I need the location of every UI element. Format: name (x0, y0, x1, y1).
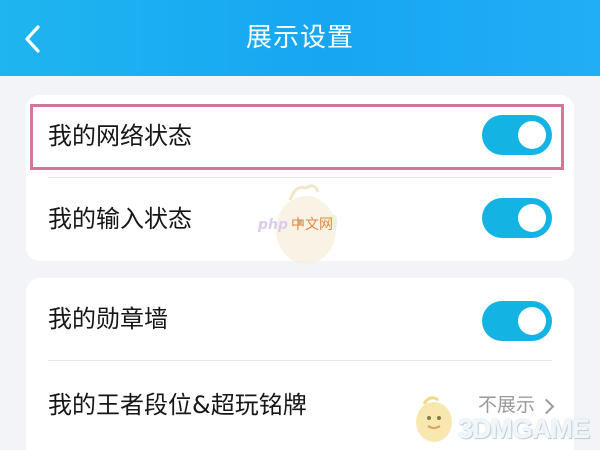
toggle-knob (518, 307, 546, 335)
rank-nameplate-value-text: 不展示 (477, 394, 535, 416)
rank-nameplate-value[interactable]: 不展示 (477, 364, 555, 447)
toggle-knob (518, 204, 546, 232)
network-status-toggle[interactable] (482, 115, 552, 155)
settings-card-status: 我的网络状态 我的输入状态 (26, 95, 574, 261)
toggle-knob (518, 121, 546, 149)
page-title: 展示设置 (245, 23, 354, 53)
setting-row-medal-wall[interactable]: 我的勋章墙 (26, 278, 574, 361)
medal-wall-toggle[interactable] (482, 301, 552, 341)
chevron-right-icon (538, 398, 555, 414)
input-status-toggle[interactable] (482, 198, 552, 238)
setting-row-rank-nameplate[interactable]: 我的王者段位&超玩铭牌 不展示 (26, 364, 574, 447)
setting-row-input-status[interactable]: 我的输入状态 (26, 178, 574, 261)
row-divider (48, 360, 552, 361)
setting-label-medal-wall: 我的勋章墙 (48, 305, 168, 333)
setting-label-network-status: 我的网络状态 (48, 122, 192, 150)
setting-row-network-status[interactable]: 我的网络状态 (26, 95, 574, 178)
header-bar: 展示设置 (0, 0, 600, 76)
setting-label-rank-nameplate: 我的王者段位&超玩铭牌 (48, 391, 307, 419)
settings-card-display: 我的勋章墙 我的王者段位&超玩铭牌 不展示 (26, 278, 574, 450)
setting-label-input-status: 我的输入状态 (48, 205, 192, 233)
